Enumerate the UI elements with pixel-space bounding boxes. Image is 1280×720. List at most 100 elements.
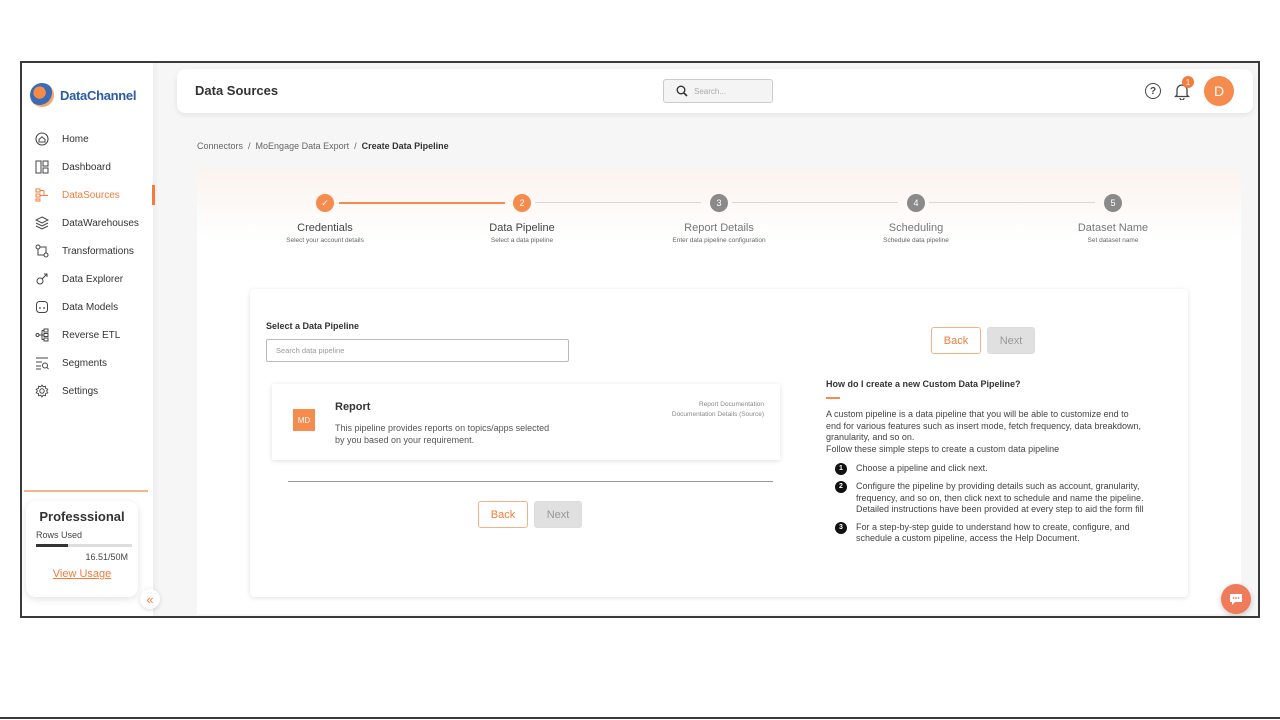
step-label: Scheduling xyxy=(888,222,944,234)
sidebar-item-settings[interactable]: Settings xyxy=(22,377,153,405)
help-question: How do I create a new Custom Data Pipeli… xyxy=(826,379,1021,389)
sidebar-item-datawarehouses[interactable]: DataWarehouses xyxy=(22,209,153,237)
rows-used-progress-fill xyxy=(36,544,68,547)
plan-divider xyxy=(24,490,148,492)
help-paragraph-1: A custom pipeline is a data pipeline tha… xyxy=(826,409,1142,442)
sidebar-item-label: Transformations xyxy=(62,245,134,257)
datasources-icon xyxy=(34,187,50,203)
step-sub: Select your account details xyxy=(286,237,364,244)
step-sub: Schedule data pipeline xyxy=(883,237,949,244)
step-label: Data Pipeline xyxy=(489,222,555,234)
collapse-sidebar-button[interactable]: « xyxy=(140,589,160,609)
rows-used-label: Rows Used xyxy=(36,530,83,540)
sidebar-nav: Home Dashboard DataSources DataWarehouse… xyxy=(22,125,155,405)
pipeline-links: Report Documentation Documentation Detai… xyxy=(672,400,764,420)
step-report-details[interactable]: 3 Report Details Enter data pipeline con… xyxy=(639,194,799,244)
help-panel: How do I create a new Custom Data Pipeli… xyxy=(826,379,1146,551)
sidebar-item-label: DataSources xyxy=(62,189,120,201)
dashboard-icon xyxy=(34,159,50,175)
search-input[interactable]: Search... xyxy=(663,79,773,103)
sidebar-item-home[interactable]: Home xyxy=(22,125,153,153)
step-label: Credentials xyxy=(297,222,353,234)
warehouse-icon xyxy=(34,215,50,231)
sidebar-item-label: Data Models xyxy=(62,301,119,313)
step-credentials[interactable]: ✓ Credentials Select your account detail… xyxy=(245,194,405,244)
step-number: 5 xyxy=(1104,194,1122,212)
next-button-bottom[interactable]: Next xyxy=(534,501,582,528)
pipeline-selection-card: Select a Data Pipeline Search data pipel… xyxy=(250,289,1188,597)
sidebar-item-label: Home xyxy=(62,133,89,145)
reverse-etl-icon xyxy=(34,327,50,343)
step-data-pipeline[interactable]: 2 Data Pipeline Select a data pipeline xyxy=(442,194,602,244)
breadcrumb-connectors[interactable]: Connectors xyxy=(197,141,243,151)
step-label: Report Details xyxy=(684,222,754,234)
transform-icon xyxy=(34,243,50,259)
sidebar-item-label: Dashboard xyxy=(62,161,111,173)
step-number-icon: 1 xyxy=(835,463,847,475)
breadcrumb-separator: / xyxy=(354,141,357,151)
back-button-bottom[interactable]: Back xyxy=(478,501,528,528)
step-dataset-name[interactable]: 5 Dataset Name Set dataset name xyxy=(1033,194,1193,244)
logo[interactable]: DataChannel xyxy=(30,83,136,107)
view-usage-link[interactable]: View Usage xyxy=(36,568,128,580)
chat-button[interactable] xyxy=(1221,584,1251,614)
logo-text: DataChannel xyxy=(60,87,137,103)
sidebar-item-datasources[interactable]: DataSources xyxy=(22,181,155,209)
rows-used-value: 16.51/50M xyxy=(85,552,128,562)
avatar[interactable]: D xyxy=(1204,76,1234,106)
sidebar-item-segments[interactable]: Segments xyxy=(22,349,153,377)
sidebar-item-data-models[interactable]: Data Models xyxy=(22,293,153,321)
step-scheduling[interactable]: 4 Scheduling Schedule data pipeline xyxy=(836,194,996,244)
search-icon xyxy=(676,85,688,97)
breadcrumb: Connectors / MoEngage Data Export / Create D… xyxy=(197,141,449,151)
main-panel: ✓ Credentials Select your account detail… xyxy=(197,169,1241,614)
moengage-icon: MD xyxy=(293,409,315,431)
help-paragraph-2: Follow these simple steps to create a cu… xyxy=(826,443,1060,454)
sidebar-item-label: Segments xyxy=(62,357,108,369)
chat-icon xyxy=(1230,594,1242,605)
app-window: DataChannel Home Dashboard DataSources D… xyxy=(20,61,1260,618)
report-documentation-link[interactable]: Report Documentation xyxy=(672,400,764,410)
notification-badge: 1 xyxy=(1182,76,1194,88)
step-number-icon: 3 xyxy=(835,521,847,534)
step-number: 3 xyxy=(710,194,728,212)
home-icon xyxy=(34,131,50,147)
rows-used-progress xyxy=(36,544,132,547)
breadcrumb-moengage[interactable]: MoEngage Data Export xyxy=(256,141,350,151)
help-step-text: Choose a pipeline and click next. xyxy=(856,463,988,473)
breadcrumb-current: Create Data Pipeline xyxy=(361,141,449,151)
back-button-top[interactable]: Back xyxy=(931,327,981,354)
help-step-text: Configure the pipeline by providing deta… xyxy=(856,481,1144,514)
help-steps: 1 Choose a pipeline and click next. 2 Co… xyxy=(826,463,1146,545)
step-number-icon: 2 xyxy=(835,481,847,493)
help-icon[interactable]: ? xyxy=(1145,83,1161,99)
sidebar-item-transformations[interactable]: Transformations xyxy=(22,237,153,265)
help-paragraph: A custom pipeline is a data pipeline tha… xyxy=(826,409,1146,455)
next-button-top[interactable]: Next xyxy=(987,327,1035,354)
pipeline-option-report[interactable]: MD Report This pipeline provides reports… xyxy=(272,384,780,460)
help-step: 2 Configure the pipeline by providing de… xyxy=(826,481,1146,516)
sidebar-item-label: DataWarehouses xyxy=(62,217,139,229)
check-icon: ✓ xyxy=(316,194,334,212)
documentation-details-link[interactable]: Documentation Details (Source) xyxy=(672,410,764,420)
step-sub: Enter data pipeline configuration xyxy=(672,237,766,244)
help-step: 3 For a step-by-step guide to understand… xyxy=(826,521,1146,545)
help-step-text: For a step-by-step guide to understand h… xyxy=(856,521,1130,544)
explorer-icon xyxy=(34,271,50,287)
sidebar: DataChannel Home Dashboard DataSources D… xyxy=(22,63,155,616)
sidebar-item-dashboard[interactable]: Dashboard xyxy=(22,153,153,181)
divider xyxy=(288,481,773,482)
top-header: Data Sources Search... ? 1 D xyxy=(177,69,1253,113)
datachannel-logo-icon xyxy=(30,83,54,107)
plan-card: Professsional Rows Used 16.51/50M View U… xyxy=(26,501,138,597)
search-placeholder: Search... xyxy=(694,86,727,96)
sidebar-item-data-explorer[interactable]: Data Explorer xyxy=(22,265,153,293)
pipeline-title: Report xyxy=(335,401,371,413)
pipeline-search-input[interactable]: Search data pipeline xyxy=(266,339,569,362)
sidebar-item-label: Data Explorer xyxy=(62,273,124,285)
step-number: 2 xyxy=(513,194,531,212)
sidebar-item-reverse-etl[interactable]: Reverse ETL xyxy=(22,321,153,349)
sidebar-item-label: Reverse ETL xyxy=(62,329,121,341)
help-accent-line xyxy=(826,397,840,399)
step-sub: Set dataset name xyxy=(1087,237,1139,244)
